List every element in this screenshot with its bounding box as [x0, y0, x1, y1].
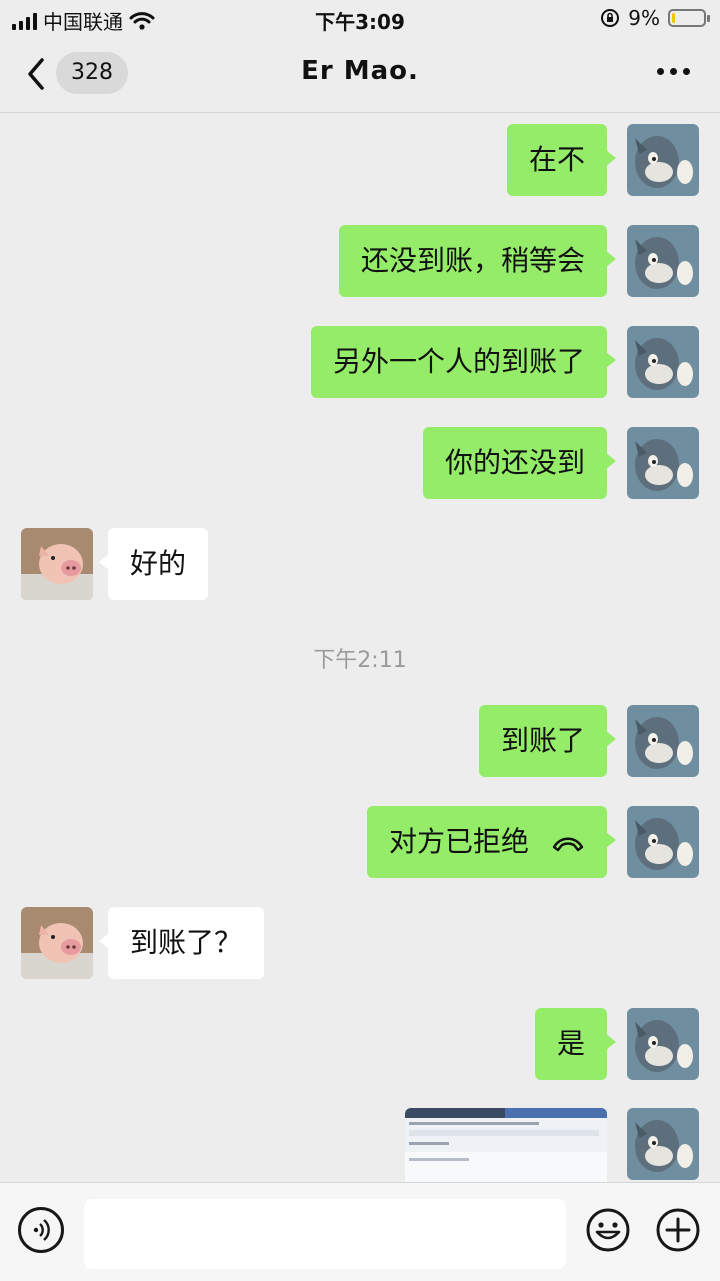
my-avatar[interactable]	[627, 326, 699, 398]
battery-percent: 9%	[628, 6, 660, 30]
my-message-bubble[interactable]: 还没到账，稍等会	[338, 225, 617, 297]
my-avatar[interactable]	[627, 427, 699, 499]
message-row	[0, 1108, 720, 1180]
message-row: 到账了	[0, 705, 720, 777]
chat-title: Er Mao.	[301, 56, 419, 86]
my-avatar[interactable]	[627, 225, 699, 297]
my-message-bubble[interactable]: 是	[534, 1008, 617, 1080]
message-row: 在不	[0, 124, 720, 196]
my-avatar[interactable]	[627, 1108, 699, 1180]
my-message-bubble[interactable]: 另外一个人的到账了	[310, 326, 617, 398]
contact-avatar[interactable]	[21, 907, 93, 979]
contact-message-bubble[interactable]: 到账了？	[98, 907, 265, 979]
rotation-lock-icon	[601, 9, 620, 27]
call-record-text: 对方已拒绝	[388, 825, 529, 858]
message-row: 好的	[0, 528, 720, 600]
my-message-bubble[interactable]: 到账了	[478, 705, 617, 777]
my-avatar[interactable]	[627, 705, 699, 777]
voice-icon[interactable]	[18, 1207, 64, 1253]
my-message-bubble[interactable]: 你的还没到	[422, 427, 617, 499]
status-bar: 中国联通 下午3:09 9%	[0, 0, 720, 38]
message-row: 你的还没到	[0, 427, 720, 499]
message-row: 另外一个人的到账了	[0, 326, 720, 398]
emoji-icon[interactable]	[585, 1207, 631, 1253]
chat-header: 328 Er Mao.	[0, 38, 720, 113]
message-row: 对方已拒绝	[0, 806, 720, 878]
battery-icon	[668, 9, 710, 27]
message-row: 还没到账，稍等会	[0, 225, 720, 297]
my-avatar[interactable]	[627, 806, 699, 878]
message-list[interactable]: 在不 还没到账，稍等会 另外一个人的到账了 你的还没到 好的 下午2:11 到账…	[0, 112, 720, 1182]
status-right: 9%	[600, 6, 710, 30]
contact-message-bubble[interactable]: 好的	[98, 528, 209, 600]
message-row: 到账了？	[0, 907, 720, 979]
message-row: 是	[0, 1008, 720, 1080]
more-dots-icon[interactable]	[657, 68, 690, 75]
my-message-bubble[interactable]: 在不	[506, 124, 617, 196]
message-timestamp: 下午2:11	[313, 648, 407, 673]
contact-avatar[interactable]	[21, 528, 93, 600]
my-avatar[interactable]	[627, 1008, 699, 1080]
plus-icon[interactable]	[655, 1207, 701, 1253]
my-avatar[interactable]	[627, 124, 699, 196]
message-input[interactable]	[84, 1199, 566, 1269]
input-bar	[0, 1182, 720, 1281]
battery-fill	[672, 13, 675, 23]
call-declined-icon	[552, 837, 584, 852]
call-record-bubble[interactable]: 对方已拒绝	[366, 806, 617, 878]
